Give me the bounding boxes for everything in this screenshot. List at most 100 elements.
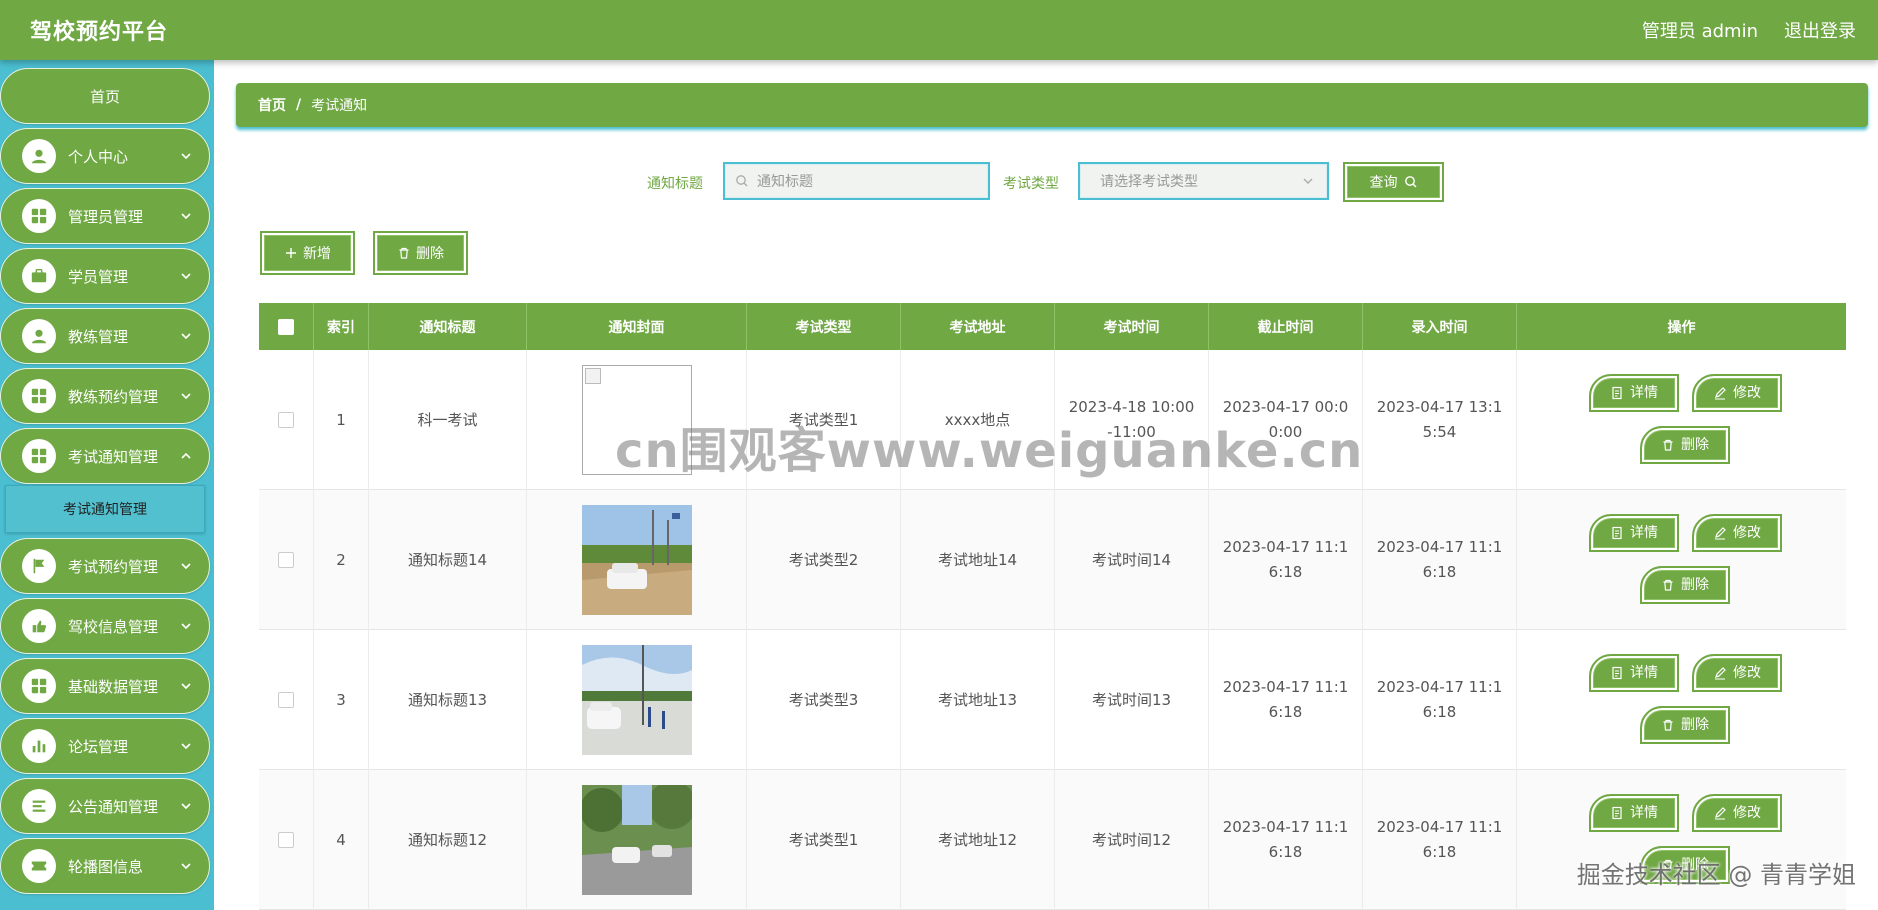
detail-label: 详情 xyxy=(1630,384,1658,401)
delete-button[interactable]: 删除 xyxy=(1640,706,1730,744)
sidebar-item-label: 教练管理 xyxy=(68,327,129,346)
row-created-cell: 2023-04-17 13:15:54 xyxy=(1363,350,1517,490)
row-created: 2023-04-17 11:16:18 xyxy=(1376,678,1503,721)
edit-button[interactable]: 修改 xyxy=(1692,514,1782,552)
row-checkbox[interactable] xyxy=(278,692,294,708)
detail-label: 详情 xyxy=(1630,804,1658,821)
sidebar-item-admin-management[interactable]: 管理员管理 xyxy=(0,188,210,244)
row-select-cell xyxy=(259,770,314,910)
row-title: 通知标题12 xyxy=(369,770,527,910)
chevron-up-icon xyxy=(181,452,191,459)
delete-label: 删除 xyxy=(1681,716,1709,733)
row-checkbox[interactable] xyxy=(278,832,294,848)
row-type: 考试类型1 xyxy=(747,350,901,490)
sidebar-item-exam-booking[interactable]: 考试预约管理 xyxy=(0,538,210,594)
detail-label: 详情 xyxy=(1630,524,1658,541)
row-index: 1 xyxy=(314,350,369,490)
row-deadline-cell: 2023-04-17 00:00:00 xyxy=(1209,350,1363,490)
sidebar-item-home[interactable]: 首页 xyxy=(0,68,210,124)
sidebar: 首页 个人中心 管理员管理 学员管理 教练管理 教练预约管理 考试通知管理 考试… xyxy=(0,60,214,910)
title-search-input[interactable]: 通知标题 xyxy=(723,162,990,200)
row-ops: 详情 修改 删除 xyxy=(1544,630,1819,770)
row-ops-cell: 详情 修改 删除 xyxy=(1517,490,1846,630)
sidebar-item-forum[interactable]: 论坛管理 xyxy=(0,718,210,774)
title-search-placeholder: 通知标题 xyxy=(757,174,813,190)
sidebar-item-school-info[interactable]: 驾校信息管理 xyxy=(0,598,210,654)
user-icon xyxy=(22,319,56,353)
detail-button[interactable]: 详情 xyxy=(1589,374,1679,412)
row-created: 2023-04-17 11:16:18 xyxy=(1376,538,1503,581)
cover-image xyxy=(581,645,692,755)
row-deadline: 2023-04-17 00:00:00 xyxy=(1222,398,1349,441)
sidebar-item-student-management[interactable]: 学员管理 xyxy=(0,248,210,304)
select-all-checkbox[interactable] xyxy=(278,318,294,335)
row-deadline-cell: 2023-04-17 11:16:18 xyxy=(1209,490,1363,630)
row-checkbox[interactable] xyxy=(278,412,294,428)
row-deadline: 2023-04-17 11:16:18 xyxy=(1222,538,1349,581)
edit-label: 修改 xyxy=(1733,524,1761,541)
edit-label: 修改 xyxy=(1733,384,1761,401)
row-cover-cell xyxy=(527,770,747,910)
edit-label: 修改 xyxy=(1733,804,1761,821)
row-checkbox[interactable] xyxy=(278,552,294,568)
header-cover: 通知封面 xyxy=(527,303,747,350)
sidebar-item-label: 首页 xyxy=(89,87,120,106)
row-title: 通知标题14 xyxy=(369,490,527,630)
breadcrumb: 首页 / 考试通知 xyxy=(236,83,1868,127)
delete-label: 删除 xyxy=(1681,436,1709,453)
sidebar-item-label: 基础数据管理 xyxy=(68,677,159,696)
sidebar-item-personal-center[interactable]: 个人中心 xyxy=(0,128,210,184)
delete-button[interactable]: 删除 xyxy=(1640,566,1730,604)
exam-type-placeholder: 请选择考试类型 xyxy=(1100,174,1198,190)
ticket-icon xyxy=(22,849,56,883)
document-icon xyxy=(1612,806,1622,820)
row-created-cell: 2023-04-17 11:16:18 xyxy=(1363,490,1517,630)
cover-image xyxy=(581,785,692,895)
hand-icon xyxy=(22,609,56,643)
sidebar-item-carousel[interactable]: 轮播图信息 xyxy=(0,838,210,894)
delete-button[interactable]: 删除 xyxy=(1640,426,1730,464)
delete-label: 删除 xyxy=(1681,576,1709,593)
add-button[interactable]: 新增 xyxy=(260,231,355,275)
submenu-exam-notice-management[interactable]: 考试通知管理 xyxy=(5,485,205,533)
sidebar-item-announcement[interactable]: 公告通知管理 xyxy=(0,778,210,834)
row-exam-time: 2023-4-18 10:00-11:00 xyxy=(1068,398,1195,441)
detail-button[interactable]: 详情 xyxy=(1589,514,1679,552)
corner-watermark: 掘金技术社区 @ 青青学姐 xyxy=(1576,861,1856,889)
chevron-down-icon xyxy=(181,563,191,570)
sidebar-item-label: 论坛管理 xyxy=(68,737,129,756)
sidebar-item-label: 公告通知管理 xyxy=(68,797,159,816)
breadcrumb-home[interactable]: 首页 xyxy=(258,95,286,115)
row-address: xxxx地点 xyxy=(901,350,1055,490)
edit-button[interactable]: 修改 xyxy=(1692,654,1782,692)
chevron-down-icon xyxy=(181,393,191,400)
header-deadline: 截止时间 xyxy=(1209,303,1363,350)
logout-link[interactable]: 退出登录 xyxy=(1784,17,1856,43)
sidebar-item-coach-management[interactable]: 教练管理 xyxy=(0,308,210,364)
chevron-down-icon xyxy=(181,863,191,870)
row-deadline-cell: 2023-04-17 11:16:18 xyxy=(1209,630,1363,770)
batch-delete-button[interactable]: 删除 xyxy=(373,231,468,275)
sidebar-item-basic-data[interactable]: 基础数据管理 xyxy=(0,658,210,714)
row-index: 4 xyxy=(314,770,369,910)
table-header: 索引 通知标题 通知封面 考试类型 考试地址 考试时间 截止时间 录入时间 操作 xyxy=(259,303,1846,350)
query-button-label: 查询 xyxy=(1369,175,1398,191)
header-index: 索引 xyxy=(314,303,369,350)
sidebar-item-label: 考试预约管理 xyxy=(68,557,159,576)
edit-button[interactable]: 修改 xyxy=(1692,374,1782,412)
table-row: 3 通知标题13 考试类型3 考试地址13 考试时间13 2023-04-17 … xyxy=(259,630,1846,770)
edit-button[interactable]: 修改 xyxy=(1692,794,1782,832)
header-select-all[interactable] xyxy=(259,303,314,350)
sidebar-item-exam-notice[interactable]: 考试通知管理 xyxy=(0,428,210,484)
exam-type-select[interactable]: 请选择考试类型 xyxy=(1078,162,1329,200)
row-ops: 详情 修改 删除 xyxy=(1544,490,1819,630)
sidebar-item-label: 管理员管理 xyxy=(68,207,144,226)
breadcrumb-separator: / xyxy=(296,97,302,113)
query-button[interactable]: 查询 xyxy=(1343,162,1444,202)
sidebar-item-coach-booking[interactable]: 教练预约管理 xyxy=(0,368,210,424)
table-row: 1 科一考试 考试类型1 xxxx地点 2023-4-18 10:00-11:0… xyxy=(259,350,1846,490)
detail-button[interactable]: 详情 xyxy=(1589,654,1679,692)
detail-button[interactable]: 详情 xyxy=(1589,794,1679,832)
add-button-label: 新增 xyxy=(303,246,331,262)
trash-icon xyxy=(1663,719,1673,731)
